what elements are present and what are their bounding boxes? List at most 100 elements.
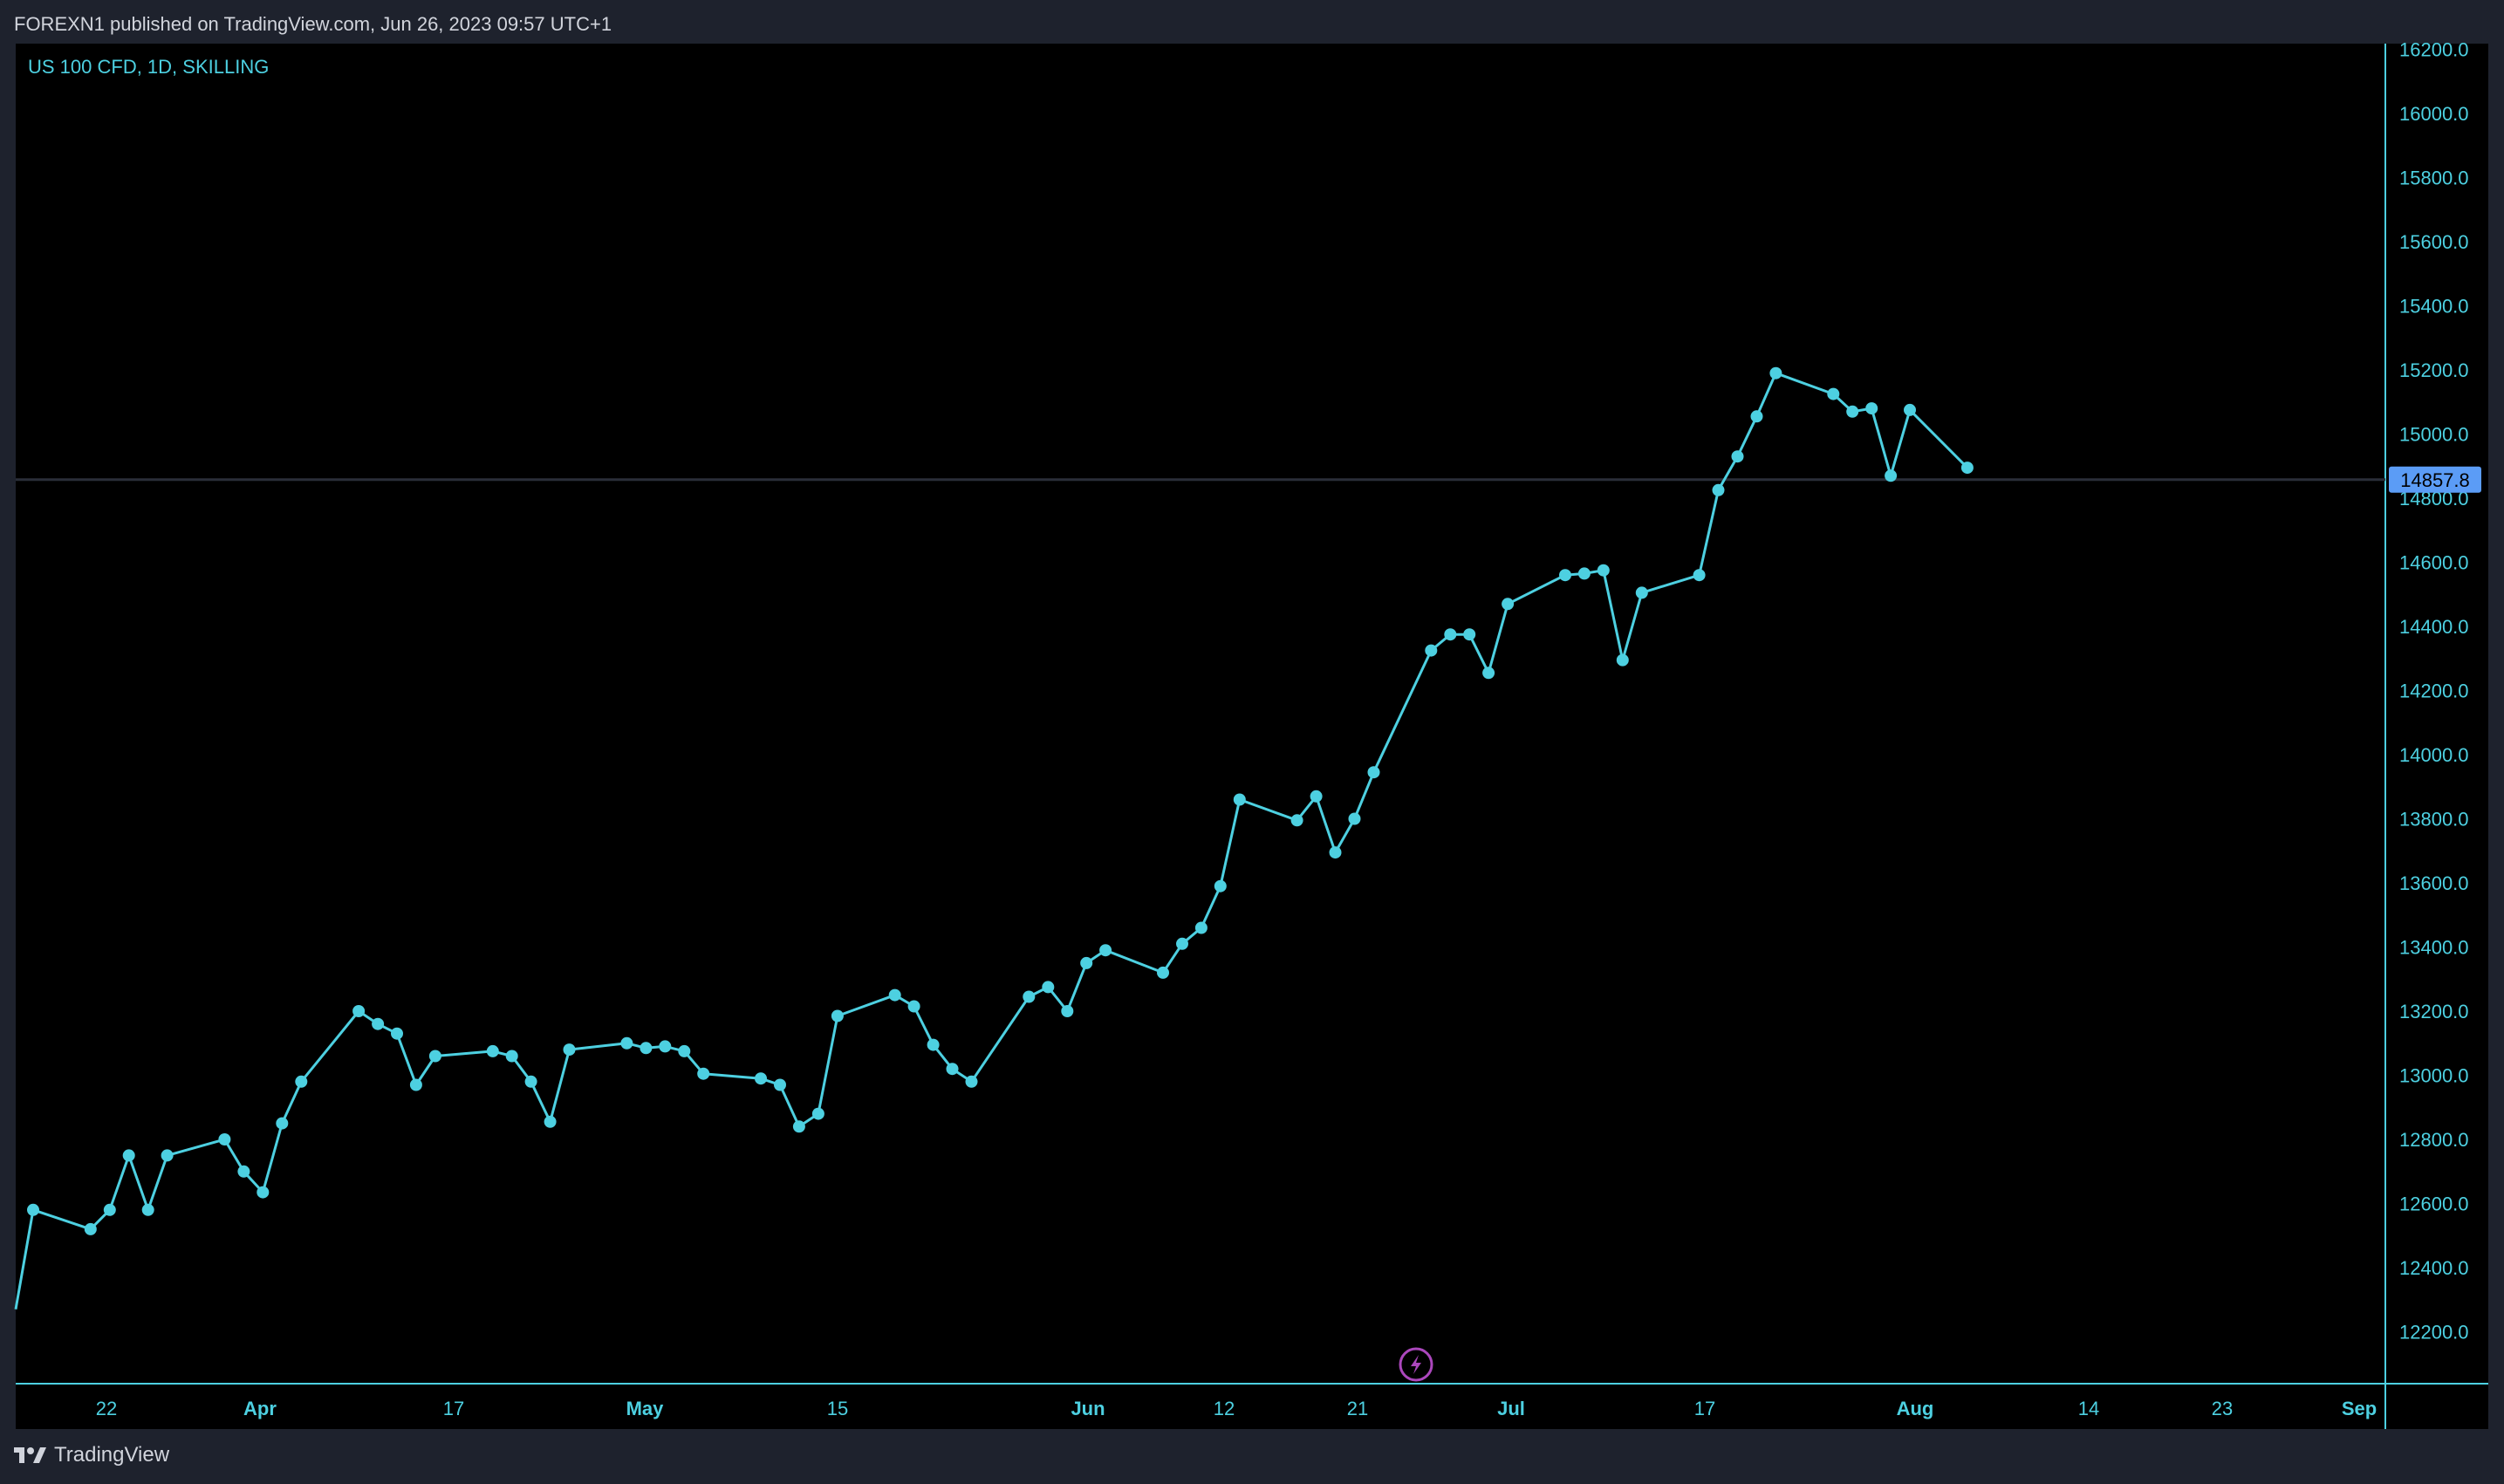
data-point <box>563 1043 576 1057</box>
data-point <box>697 1067 710 1080</box>
data-point <box>1559 569 1571 582</box>
x-tick-label: Apr <box>243 1398 277 1419</box>
data-point <box>1348 812 1361 825</box>
data-point <box>755 1072 767 1085</box>
data-point <box>1463 628 1476 641</box>
tradingview-logo-icon <box>14 1447 46 1463</box>
data-point <box>1194 921 1208 934</box>
data-point <box>428 1050 441 1063</box>
data-point <box>1616 653 1629 667</box>
x-tick-label: Aug <box>1897 1398 1934 1419</box>
x-tick-label: Sep <box>2342 1398 2377 1419</box>
data-point <box>1425 644 1438 657</box>
data-point <box>1769 366 1782 380</box>
data-point <box>1635 586 1648 599</box>
plot-area[interactable] <box>16 44 2385 1384</box>
data-point <box>141 1203 154 1216</box>
data-point <box>774 1078 786 1091</box>
data-point <box>1367 766 1380 779</box>
data-point <box>1577 567 1591 580</box>
data-point <box>505 1050 518 1063</box>
y-tick-label: 15400.0 <box>2399 296 2469 318</box>
data-point <box>84 1222 97 1235</box>
y-tick-label: 14600.0 <box>2399 552 2469 574</box>
y-tick-label: 12800.0 <box>2399 1129 2469 1151</box>
data-point <box>792 1120 805 1133</box>
data-point <box>103 1203 116 1216</box>
data-point <box>1080 956 1093 969</box>
chart[interactable]: US 100 CFD, 1D, SKILLING 12200.0 12400.0 1… <box>0 0 2504 1484</box>
data-point <box>965 1075 978 1088</box>
data-point <box>544 1115 557 1128</box>
footer-brand: TradingView <box>54 1443 170 1467</box>
y-tick-label: 12600.0 <box>2399 1193 2469 1215</box>
data-point <box>257 1186 270 1199</box>
data-point <box>1885 469 1898 482</box>
data-point <box>1960 462 1974 475</box>
data-point <box>1482 667 1495 680</box>
x-tick-label: Jun <box>1071 1398 1105 1419</box>
data-point <box>907 1000 920 1013</box>
data-point <box>659 1040 672 1053</box>
time-axis[interactable] <box>16 1384 2488 1429</box>
data-point <box>1846 405 1859 418</box>
y-tick-label: 14400.0 <box>2399 616 2469 638</box>
data-point <box>811 1107 824 1120</box>
x-tick-label: May <box>626 1398 665 1419</box>
data-point <box>524 1075 537 1088</box>
y-tick-label: 13000.0 <box>2399 1065 2469 1087</box>
data-point <box>352 1005 366 1017</box>
data-point <box>927 1038 940 1051</box>
data-point <box>486 1044 499 1057</box>
y-tick-label: 15000.0 <box>2399 424 2469 446</box>
y-tick-label: 13600.0 <box>2399 872 2469 894</box>
x-tick-label: Jul <box>1497 1398 1525 1419</box>
data-point <box>1157 966 1169 979</box>
data-point <box>1061 1005 1074 1017</box>
last-price-label: 14857.8 <box>2389 466 2481 493</box>
y-tick-label: 15800.0 <box>2399 168 2469 189</box>
x-tick-label: 14 <box>2078 1398 2099 1419</box>
data-point <box>1502 598 1515 611</box>
data-point <box>620 1036 633 1050</box>
x-tick-label: 12 <box>1214 1398 1235 1419</box>
y-tick-label: 14000.0 <box>2399 744 2469 766</box>
y-tick-label: 13200.0 <box>2399 1001 2469 1022</box>
data-point <box>678 1044 691 1057</box>
y-tick-label: 13800.0 <box>2399 809 2469 831</box>
data-point <box>218 1133 231 1145</box>
x-tick-label: 22 <box>96 1398 117 1419</box>
y-tick-label: 12200.0 <box>2399 1322 2469 1344</box>
data-point <box>161 1149 174 1162</box>
y-tick-label: 15600.0 <box>2399 231 2469 253</box>
x-tick-label: 15 <box>827 1398 848 1419</box>
svg-text:14857.8: 14857.8 <box>2400 469 2470 491</box>
data-point <box>1597 564 1610 577</box>
x-tick-label: 17 <box>1694 1398 1715 1419</box>
data-point <box>1042 981 1055 994</box>
data-point <box>122 1149 135 1162</box>
data-point <box>27 1203 39 1216</box>
data-point <box>276 1117 289 1130</box>
data-point <box>409 1078 422 1091</box>
data-point <box>1099 944 1112 957</box>
y-tick-label: 15200.0 <box>2399 359 2469 381</box>
y-tick-label: 14200.0 <box>2399 680 2469 702</box>
data-point <box>1865 402 1878 415</box>
data-point <box>391 1027 403 1040</box>
data-point <box>1176 937 1188 950</box>
chart-title: US 100 CFD, 1D, SKILLING <box>28 56 269 78</box>
y-tick-label: 16000.0 <box>2399 103 2469 125</box>
data-point <box>1233 793 1246 806</box>
data-point <box>372 1017 385 1030</box>
data-point <box>1444 628 1457 641</box>
y-tick-label: 12400.0 <box>2399 1257 2469 1279</box>
data-point <box>1214 879 1227 892</box>
x-tick-label: 21 <box>1347 1398 1368 1419</box>
y-tick-label: 13400.0 <box>2399 937 2469 959</box>
data-point <box>640 1042 653 1055</box>
tradingview-logo[interactable]: TradingView <box>14 1438 169 1473</box>
data-point <box>888 988 901 1002</box>
data-point <box>1750 410 1763 423</box>
y-tick-label: 16200.0 <box>2399 39 2469 61</box>
